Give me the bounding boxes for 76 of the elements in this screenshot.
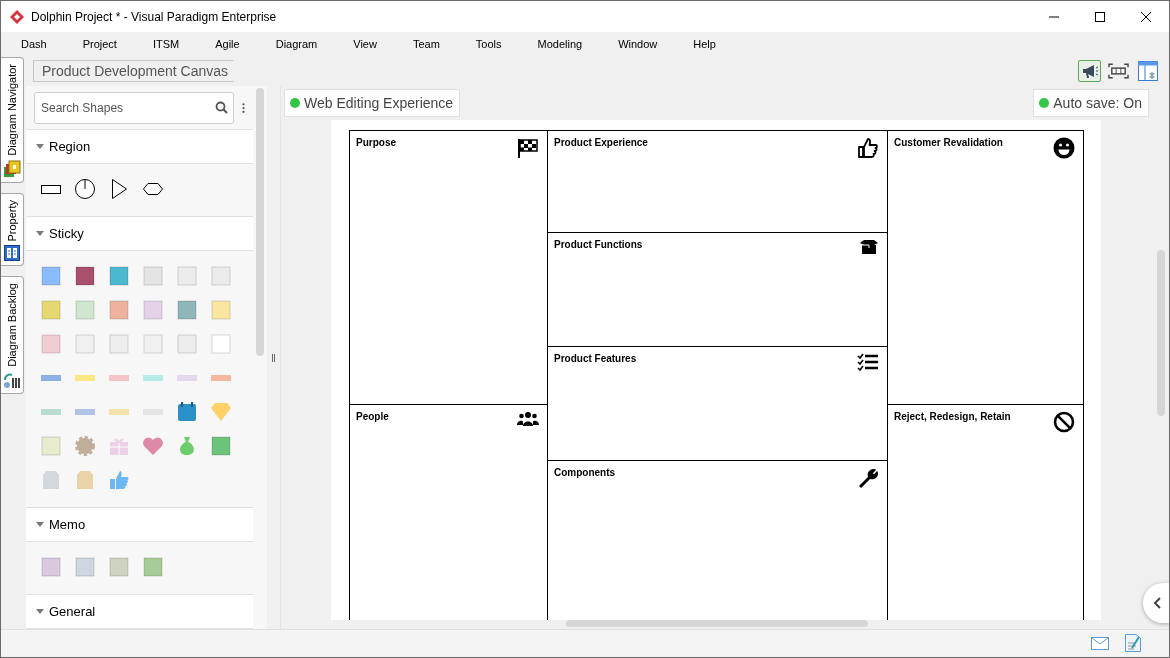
menu-item[interactable]: Agile [207,35,248,53]
mail-icon[interactable] [1091,636,1109,650]
section-header[interactable]: Sticky [26,217,253,251]
sticky-note-icon[interactable] [210,435,232,457]
search-icon[interactable] [215,100,228,114]
sticky-note-icon[interactable] [108,265,130,287]
status-tag[interactable]: Auto save: On [1033,89,1149,117]
layers-icon [3,159,21,178]
diamond-icon[interactable] [210,401,232,423]
section-header[interactable]: General [26,595,253,629]
block-title: Product Experience [554,137,648,148]
thumbs-up-icon [857,137,879,159]
menu-item[interactable]: Help [685,35,724,53]
ban-icon [1053,411,1075,433]
canvas-block[interactable]: Components [548,461,887,620]
people-icon [517,411,539,427]
side-tab[interactable]: Diagram Navigator [1,57,24,183]
menu-item[interactable]: Modeling [529,35,591,53]
note-icon[interactable] [1125,634,1141,652]
block-title: Reject, Redesign, Retain [894,411,1011,422]
menu-item[interactable]: Tools [467,35,510,53]
megaphone-icon[interactable] [1078,60,1101,82]
heart-icon[interactable] [142,435,164,457]
sticky-note-icon[interactable] [74,265,96,287]
section-header[interactable]: Memo [26,508,253,542]
menu-item[interactable]: Project [74,35,125,53]
menu-item[interactable]: Window [610,35,666,53]
menu-item[interactable]: Diagram [267,35,326,53]
smiley-icon [1053,137,1075,159]
status-tag[interactable]: Web Editing Experience [284,89,461,117]
flag-icon [517,137,539,159]
backlog-icon [3,371,21,390]
tag-icon[interactable] [40,469,62,491]
canvas-block[interactable]: Product Experience [548,131,887,233]
gear-icon[interactable] [74,435,96,457]
canvas-block[interactable]: Purpose [350,131,547,405]
close-icon[interactable] [1140,10,1152,23]
calendar-icon[interactable] [176,401,198,423]
thumbs-up-icon[interactable] [108,469,130,491]
canvas-block[interactable]: Reject, Redesign, Retain [888,405,1083,620]
layout-icon[interactable] [1136,60,1159,82]
window-title: Dolphin Project * - Visual Paradigm Enterprise [31,9,277,24]
sticky-note-icon[interactable] [176,299,198,321]
block-title: Purpose [356,137,396,148]
section-header[interactable]: Region [26,130,253,164]
canvas-block[interactable]: Product Functions [548,233,887,347]
canvas-block[interactable]: Customer Revalidation [888,131,1083,405]
scrollbar[interactable] [253,86,267,629]
scrollbar[interactable] [566,620,868,627]
box-icon [859,239,879,255]
circle-icon[interactable] [74,178,96,200]
side-tab[interactable]: Diagram Backlog [1,276,24,395]
gift-icon[interactable] [108,435,130,457]
block-title: Product Features [554,353,637,364]
menu-item[interactable]: Team [404,35,448,53]
scrollbar[interactable] [1157,250,1165,416]
side-tab[interactable]: Property [1,192,24,267]
canvas-block[interactable]: People [350,405,547,620]
property-icon [4,245,20,262]
checklist-icon [857,353,879,371]
more-icon[interactable] [242,100,245,115]
search-field[interactable]: Search Shapes [34,91,234,124]
splitter-handle[interactable] [272,353,275,362]
block-title: Customer Revalidation [894,137,1003,148]
chevron-left-icon[interactable] [1153,597,1163,609]
menu-item[interactable]: ITSM [144,35,188,53]
maximize-icon[interactable] [1094,10,1106,23]
app-logo-icon [9,8,25,25]
block-title: People [356,411,389,422]
tag-icon[interactable] [74,469,96,491]
menu-item[interactable]: Dash [13,35,55,53]
block-title: Product Functions [554,239,643,250]
wrench-icon [857,467,879,489]
canvas-block[interactable]: Product Features [548,347,887,461]
block-title: Components [554,467,616,478]
menu-item[interactable]: View [345,35,385,53]
